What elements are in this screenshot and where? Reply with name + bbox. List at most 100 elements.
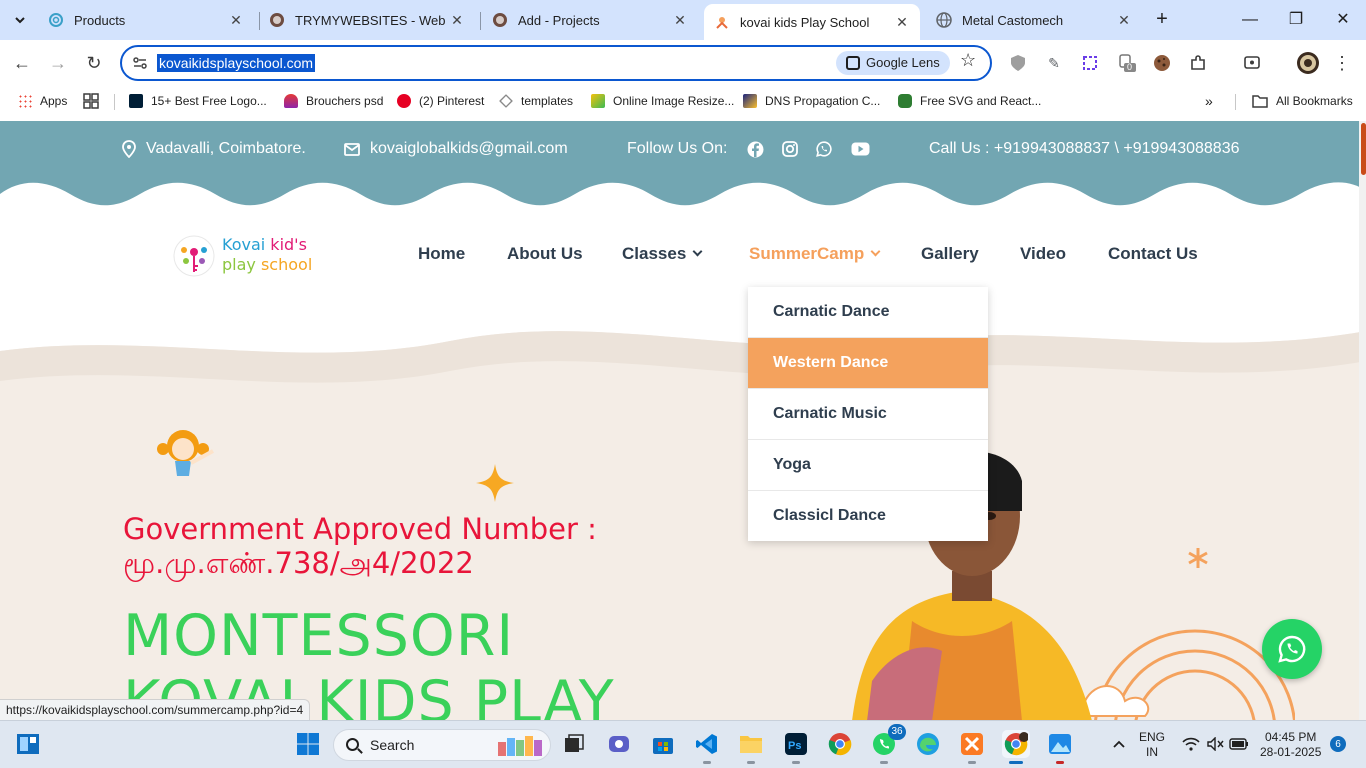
bookmark-free-svg[interactable]: Free SVG and React... xyxy=(898,92,1041,110)
vscode-icon[interactable] xyxy=(693,730,721,764)
task-view-icon[interactable] xyxy=(560,730,588,758)
site-settings-icon[interactable] xyxy=(132,55,148,71)
close-icon[interactable]: ✕ xyxy=(228,12,244,29)
restore-icon[interactable]: ❐ xyxy=(1284,8,1308,32)
reload-icon[interactable]: ↻ xyxy=(82,51,106,75)
minimize-icon[interactable]: — xyxy=(1238,8,1262,32)
bookmark-brouchers[interactable]: Brouchers psd xyxy=(284,92,383,110)
close-icon[interactable]: ✕ xyxy=(449,12,465,29)
tab-add-projects[interactable]: Add - Projects ✕ xyxy=(482,6,698,34)
clock[interactable]: 04:45 PM 28-01-2025 xyxy=(1260,730,1321,760)
instagram-icon[interactable] xyxy=(781,140,799,158)
bookmark-star-icon[interactable]: ☆ xyxy=(960,50,976,71)
puzzle-extensions-icon[interactable] xyxy=(1188,53,1208,73)
nav-contact-us[interactable]: Contact Us xyxy=(1108,244,1198,264)
bookmark-templates[interactable]: templates xyxy=(499,92,573,110)
nav-home[interactable]: Home xyxy=(418,244,465,264)
file-explorer-icon[interactable] xyxy=(737,730,765,764)
new-tab-button[interactable]: + xyxy=(1150,8,1174,32)
nav-about-us[interactable]: About Us xyxy=(507,244,583,264)
bookmarks-bar: Apps 15+ Best Free Logo... Brouchers psd… xyxy=(0,86,1366,114)
edit-extension-icon[interactable]: ✎ xyxy=(1044,53,1064,73)
bookmark-label: (2) Pinterest xyxy=(419,94,485,108)
notification-badge[interactable]: 6 xyxy=(1330,736,1346,752)
whatsapp-badge: 36 xyxy=(888,724,906,740)
tab-groups-button[interactable] xyxy=(83,92,99,110)
tray-expand-icon[interactable] xyxy=(1105,730,1133,758)
address-bar[interactable]: kovaikidsplayschool.com Google Lens ☆ xyxy=(120,45,992,81)
google-lens-button[interactable]: Google Lens xyxy=(836,51,950,75)
url-text[interactable]: kovaikidsplayschool.com xyxy=(157,54,316,72)
dropdown-item-yoga[interactable]: Yoga xyxy=(748,440,988,491)
phone-text[interactable]: Call Us : +919943088837 \ +919943088836 xyxy=(929,140,1239,158)
status-link-url: https://kovaikidsplayschool.com/summerca… xyxy=(0,699,311,720)
search-icon xyxy=(346,738,359,751)
running-indicator xyxy=(968,761,976,764)
chrome-icon[interactable] xyxy=(826,730,854,758)
screenshot-extension-icon[interactable] xyxy=(1080,53,1100,73)
dropdown-item-western-dance[interactable]: Western Dance xyxy=(748,338,988,389)
bookmark-label: Online Image Resize... xyxy=(613,94,735,108)
teams-icon[interactable] xyxy=(605,730,633,758)
swirl-icon xyxy=(48,12,64,28)
close-icon[interactable]: ✕ xyxy=(1116,12,1132,29)
facebook-icon[interactable] xyxy=(746,140,764,158)
tab-kovai-kids[interactable]: kovai kids Play School ✕ xyxy=(704,4,920,40)
dropdown-item-carnatic-music[interactable]: Carnatic Music xyxy=(748,389,988,440)
more-bookmarks-icon[interactable]: » xyxy=(1205,92,1213,110)
tab-trymywebsites[interactable]: TRYMYWEBSITES - Web Desi ✕ xyxy=(259,6,475,34)
nav-gallery[interactable]: Gallery xyxy=(921,244,979,264)
nav-video[interactable]: Video xyxy=(1020,244,1066,264)
bookmark-image-resize[interactable]: Online Image Resize... xyxy=(591,92,734,110)
menu-kebab-icon[interactable]: ⋮ xyxy=(1332,53,1352,73)
site-logo[interactable]: Kovai kid's play school xyxy=(172,234,332,279)
shield-extension-icon[interactable] xyxy=(1008,53,1028,73)
window-close-icon[interactable]: ✕ xyxy=(1331,8,1355,32)
email-info[interactable]: kovaiglobalkids@gmail.com xyxy=(344,140,568,158)
edge-icon[interactable] xyxy=(914,730,942,758)
whatsapp-chat-button[interactable] xyxy=(1262,619,1322,679)
bookmark-logo-site[interactable]: 15+ Best Free Logo... xyxy=(129,92,267,110)
tab-strip: Products ✕ TRYMYWEBSITES - Web Desi ✕ Ad… xyxy=(0,0,1366,40)
bookmark-dns[interactable]: DNS Propagation C... xyxy=(743,92,880,110)
bookmark-pinterest[interactable]: (2) Pinterest xyxy=(397,92,484,110)
extension-badge: 0 xyxy=(1127,62,1133,72)
bookmark-apps[interactable]: Apps xyxy=(18,92,67,110)
back-icon[interactable]: ← xyxy=(10,51,34,75)
all-bookmarks[interactable]: All Bookmarks xyxy=(1252,92,1353,110)
whatsapp-icon[interactable] xyxy=(815,140,833,158)
running-indicator xyxy=(747,761,755,764)
close-icon[interactable]: ✕ xyxy=(894,14,910,31)
windows-start-icon[interactable] xyxy=(294,730,322,758)
profile-avatar[interactable] xyxy=(1296,51,1320,75)
page-scrollbar[interactable] xyxy=(1359,121,1366,720)
nav-summercamp[interactable]: SummerCamp xyxy=(749,244,881,264)
nav-classes[interactable]: Classes xyxy=(622,244,703,264)
close-icon[interactable]: ✕ xyxy=(672,12,688,29)
dropdown-item-carnatic-dance[interactable]: Carnatic Dance xyxy=(748,287,988,338)
dropdown-item-classical-dance[interactable]: Classicl Dance xyxy=(748,491,988,542)
phone-info[interactable]: Call Us : +919943088837 \ +919943088836 xyxy=(929,140,1239,158)
widgets-icon[interactable] xyxy=(14,730,42,758)
language-indicator[interactable]: ENG IN xyxy=(1139,730,1165,760)
cookie-extension-icon[interactable] xyxy=(1152,53,1172,73)
email-text[interactable]: kovaiglobalkids@gmail.com xyxy=(370,140,568,158)
photos-icon[interactable] xyxy=(1046,730,1074,764)
tab-title: TRYMYWEBSITES - Web Desi xyxy=(295,12,449,28)
tab-search-button[interactable] xyxy=(8,8,32,32)
tab-products[interactable]: Products ✕ xyxy=(38,6,254,34)
xampp-icon[interactable] xyxy=(958,730,986,764)
youtube-icon[interactable] xyxy=(850,140,870,158)
chrome-profile-icon[interactable] xyxy=(1002,730,1030,764)
cast-icon[interactable] xyxy=(1242,53,1262,73)
photoshop-icon[interactable]: Ps xyxy=(782,730,810,764)
scrollbar-thumb[interactable] xyxy=(1361,123,1366,175)
hero-wave-background xyxy=(0,281,1366,383)
taskbar-search[interactable]: Search xyxy=(333,729,551,761)
forward-icon[interactable]: → xyxy=(46,51,70,75)
microsoft-store-icon[interactable] xyxy=(649,730,677,758)
tab-metal-castomech[interactable]: Metal Castomech ✕ xyxy=(926,6,1142,34)
tabs-counter-extension-icon[interactable]: 0 xyxy=(1117,53,1137,73)
whatsapp-taskbar-icon[interactable]: 36 xyxy=(870,724,906,764)
battery-icon[interactable] xyxy=(1225,730,1253,758)
